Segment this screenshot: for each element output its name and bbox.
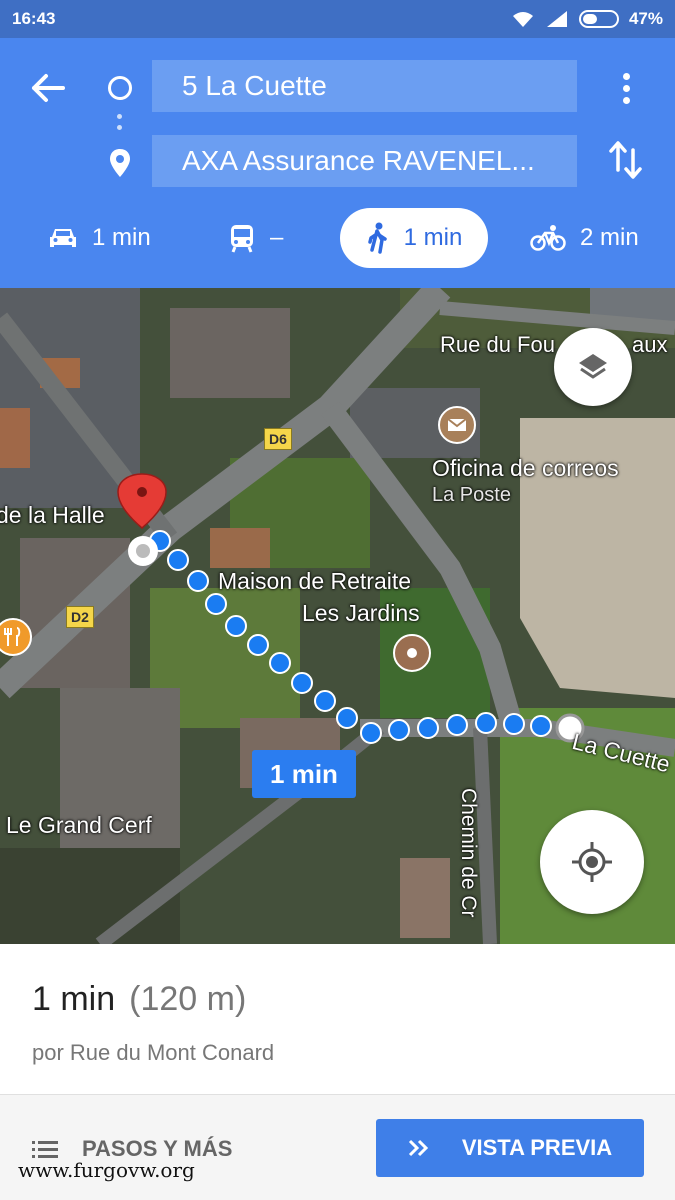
travel-mode-tabs: 1 min – 1 min 2 min bbox=[0, 206, 675, 270]
map-label-jardins: Les Jardins bbox=[302, 600, 420, 626]
route-time-chip: 1 min bbox=[252, 750, 356, 798]
action-bar: PASOS Y MÁS VISTA PREVIA bbox=[0, 1094, 675, 1200]
directions-header: 5 La Cuette AXA Assurance RAVENEL... 1 m… bbox=[0, 38, 675, 288]
preview-button[interactable]: VISTA PREVIA bbox=[376, 1119, 644, 1177]
map-label-halle: de la Halle bbox=[0, 502, 105, 528]
map-view[interactable]: Rue du Fou aux de la Halle Oficina de co… bbox=[0, 288, 675, 944]
transit-icon bbox=[231, 225, 253, 253]
list-icon bbox=[32, 1141, 58, 1158]
layers-button[interactable] bbox=[554, 328, 632, 406]
map-label-chemin: Chemin de Cr bbox=[457, 788, 480, 918]
origin-circle-icon bbox=[108, 76, 132, 100]
layers-icon bbox=[579, 354, 607, 379]
route-summary[interactable]: 1 min (120 m) por Rue du Mont Conard bbox=[0, 944, 675, 1094]
mode-label: 1 min bbox=[92, 224, 151, 251]
mail-poi-icon[interactable] bbox=[438, 406, 476, 444]
destination-pin-icon bbox=[110, 149, 130, 177]
back-button[interactable] bbox=[24, 68, 72, 108]
mode-label: 1 min bbox=[403, 224, 463, 251]
signal-icon bbox=[546, 11, 567, 27]
route-dots-icon bbox=[117, 114, 123, 134]
status-bar: 16:43 47% bbox=[0, 0, 675, 38]
preview-label: VISTA PREVIA bbox=[461, 1135, 613, 1160]
battery-icon bbox=[578, 10, 619, 28]
more-options-button[interactable] bbox=[610, 68, 642, 108]
mode-tab-transit[interactable]: – bbox=[228, 208, 283, 268]
mode-tab-walking[interactable]: 1 min bbox=[340, 208, 488, 268]
map-label-grand-cerf: Le Grand Cerf bbox=[6, 812, 152, 838]
map-label-la-poste: La Poste bbox=[432, 484, 511, 506]
summary-route-via: por Rue du Mont Conard bbox=[32, 1040, 275, 1065]
status-icons: 47% bbox=[511, 9, 663, 29]
swap-icon[interactable] bbox=[606, 138, 646, 182]
double-chevron-right-icon bbox=[408, 1139, 428, 1157]
map-label-rue: Rue du Fou bbox=[440, 332, 555, 357]
mode-label: 2 min bbox=[580, 224, 639, 251]
place-poi-icon[interactable] bbox=[393, 634, 431, 672]
my-location-button[interactable] bbox=[540, 810, 644, 914]
car-icon bbox=[50, 229, 76, 247]
status-time: 16:43 bbox=[12, 9, 56, 28]
mode-tab-cycling[interactable]: 2 min bbox=[530, 208, 639, 268]
arrow-left-icon bbox=[32, 74, 65, 102]
summary-distance: (120 m) bbox=[129, 980, 247, 1018]
mode-label: – bbox=[270, 224, 284, 251]
bike-icon bbox=[530, 225, 566, 251]
wifi-icon bbox=[512, 12, 533, 27]
road-tag-d6: D6 bbox=[264, 428, 292, 450]
road-tag-d2: D2 bbox=[66, 606, 94, 628]
destination-field[interactable]: AXA Assurance RAVENEL... bbox=[152, 135, 577, 187]
crosshair-icon bbox=[572, 842, 612, 882]
walk-icon bbox=[367, 222, 387, 254]
battery-percent: 47% bbox=[628, 9, 663, 28]
watermark: www.furgovw.org bbox=[18, 1158, 195, 1182]
summary-time-value: 1 min bbox=[32, 980, 116, 1018]
summary-duration: 1 min (120 m) bbox=[32, 980, 246, 1019]
map-label-correos: Oficina de correos bbox=[432, 455, 619, 481]
origin-field[interactable]: 5 La Cuette bbox=[152, 60, 577, 112]
map-label-maison: Maison de Retraite bbox=[218, 568, 412, 594]
map-label-rue-end: aux bbox=[632, 332, 668, 357]
mode-tab-driving[interactable]: 1 min bbox=[48, 208, 151, 268]
